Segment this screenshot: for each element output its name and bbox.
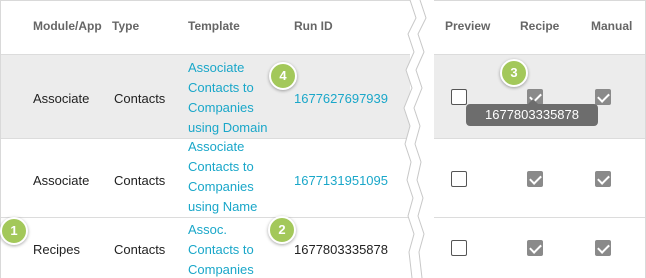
recipe-checkbox[interactable] bbox=[527, 240, 543, 256]
manual-checkbox[interactable] bbox=[595, 240, 611, 256]
runs-table-right: Preview Recipe Manual bbox=[423, 0, 646, 278]
row-type: Contacts bbox=[114, 91, 166, 106]
preview-checkbox[interactable] bbox=[451, 89, 467, 105]
row-module: Associate bbox=[33, 173, 90, 188]
template-line: Contacts to bbox=[188, 242, 254, 257]
row-type: Contacts bbox=[114, 173, 166, 188]
column-header-type[interactable]: Type bbox=[112, 19, 139, 33]
run-id-text: 1677803335878 bbox=[294, 242, 388, 257]
row-type: Contacts bbox=[114, 242, 166, 257]
row-divider bbox=[423, 138, 645, 139]
preview-checkbox[interactable] bbox=[451, 171, 467, 187]
run-id-tooltip: 1677803335878 bbox=[466, 99, 598, 126]
template-line: Contacts to bbox=[188, 159, 254, 174]
template-line: using Name bbox=[188, 199, 258, 214]
column-header-run-id[interactable]: Run ID bbox=[294, 19, 333, 33]
callout-marker-3: 3 bbox=[500, 59, 528, 87]
template-line: Companies bbox=[188, 100, 254, 115]
preview-checkbox[interactable] bbox=[451, 240, 467, 256]
template-line: Companies bbox=[188, 262, 254, 277]
template-line: Companies bbox=[188, 179, 254, 194]
callout-marker-4: 4 bbox=[269, 62, 297, 90]
manual-checkbox[interactable] bbox=[595, 171, 611, 187]
run-id-link[interactable]: 1677131951095 bbox=[294, 173, 388, 188]
template-line: Associate bbox=[188, 139, 245, 154]
template-link[interactable]: Assoc. Contacts to Companies bbox=[188, 220, 278, 278]
manual-checkbox[interactable] bbox=[595, 89, 611, 105]
callout-marker-2: 2 bbox=[268, 216, 296, 244]
column-header-template[interactable]: Template bbox=[188, 19, 240, 33]
template-line: Assoc. bbox=[188, 222, 228, 237]
torn-page-edge bbox=[403, 0, 434, 278]
row-module: Associate bbox=[33, 91, 90, 106]
column-header-preview[interactable]: Preview bbox=[445, 19, 490, 33]
template-line: using Domain bbox=[188, 120, 268, 135]
runs-table-left: Module/App Type Template Run ID Associat… bbox=[0, 0, 410, 278]
template-link[interactable]: Associate Contacts to Companies using Na… bbox=[188, 137, 278, 217]
column-header-manual[interactable]: Manual bbox=[591, 19, 632, 33]
row-divider bbox=[1, 217, 410, 218]
template-line: Associate bbox=[188, 60, 245, 75]
header-divider bbox=[423, 54, 645, 55]
template-line: Contacts to bbox=[188, 80, 254, 95]
recipe-checkbox[interactable] bbox=[527, 171, 543, 187]
callout-marker-1: 1 bbox=[0, 217, 28, 245]
row-module: Recipes bbox=[33, 242, 80, 257]
row-divider bbox=[423, 217, 645, 218]
template-link[interactable]: Associate Contacts to Companies using Do… bbox=[188, 58, 278, 138]
column-header-recipe[interactable]: Recipe bbox=[520, 19, 559, 33]
header-divider bbox=[1, 54, 410, 55]
run-id-link[interactable]: 1677627697939 bbox=[294, 91, 388, 106]
column-header-module[interactable]: Module/App bbox=[33, 19, 102, 33]
